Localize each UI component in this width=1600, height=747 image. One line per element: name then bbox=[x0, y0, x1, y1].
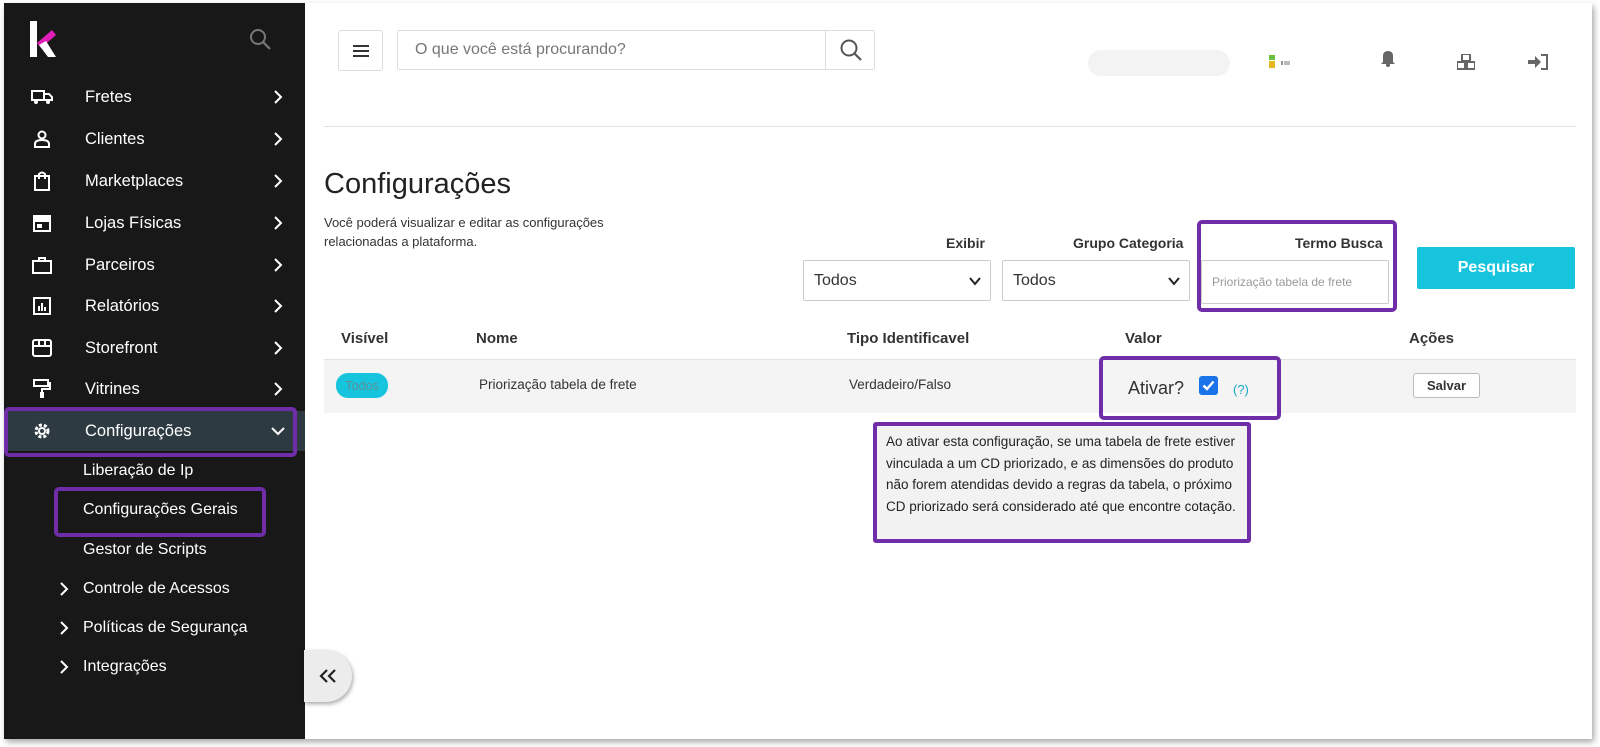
truck-icon bbox=[30, 86, 54, 108]
chevron-right-icon bbox=[60, 582, 69, 596]
exibir-value: Todos bbox=[814, 271, 857, 289]
column-header-nome: Nome bbox=[476, 330, 518, 347]
row-nome: Priorização tabela de frete bbox=[479, 377, 637, 392]
termo-busca-input[interactable] bbox=[1201, 260, 1389, 304]
sidebar-item-fretes[interactable]: Fretes bbox=[4, 77, 305, 117]
ativar-label: Ativar? bbox=[1128, 378, 1185, 398]
chevron-right-icon bbox=[274, 382, 283, 396]
chevron-right-icon bbox=[274, 258, 283, 272]
page-title: Configurações bbox=[324, 168, 511, 200]
chevron-right-icon bbox=[274, 299, 283, 313]
help-tooltip: Ao ativar esta configuração, se uma tabe… bbox=[873, 422, 1251, 543]
chevron-right-icon bbox=[274, 341, 283, 355]
column-header-tipo: Tipo Identificavel bbox=[847, 330, 970, 347]
cubes-icon[interactable] bbox=[1455, 51, 1477, 73]
column-header-valor: Valor bbox=[1125, 330, 1162, 347]
user-name-placeholder[interactable] bbox=[1088, 50, 1230, 76]
group-politicas-seguranca[interactable]: Políticas de Segurança bbox=[83, 619, 248, 637]
app-window: Fretes Clientes Marketplaces Lojas Físic… bbox=[4, 3, 1592, 739]
sidebar-item-label: Clientes bbox=[85, 129, 145, 148]
chevron-right-icon bbox=[60, 660, 69, 674]
sidebar: Fretes Clientes Marketplaces Lojas Físic… bbox=[4, 3, 305, 739]
search-icon[interactable] bbox=[248, 27, 272, 51]
sidebar-item-label: Marketplaces bbox=[85, 171, 184, 190]
pesquisar-button[interactable]: Pesquisar bbox=[1417, 247, 1575, 289]
group-integracoes[interactable]: Integrações bbox=[83, 658, 167, 676]
row-tipo: Verdadeiro/Falso bbox=[849, 377, 952, 392]
hamburger-icon bbox=[352, 44, 369, 57]
search-button[interactable] bbox=[825, 31, 875, 69]
chevron-right-icon bbox=[274, 216, 283, 230]
sidebar-item-configuracoes[interactable]: Configurações bbox=[4, 411, 305, 451]
chevron-right-icon bbox=[274, 90, 283, 104]
exibir-label: Exibir bbox=[946, 235, 985, 251]
search-box bbox=[397, 30, 875, 70]
double-chevron-left-icon bbox=[319, 669, 336, 683]
search-icon bbox=[840, 39, 862, 61]
report-icon bbox=[30, 295, 54, 317]
sidebar-item-parceiros[interactable]: Parceiros bbox=[4, 245, 305, 285]
header-divider bbox=[324, 126, 1576, 127]
logo-icon[interactable] bbox=[30, 21, 56, 57]
group-controle-acessos[interactable]: Controle de Acessos bbox=[83, 580, 230, 598]
search-input[interactable] bbox=[398, 31, 826, 69]
shopping-bag-icon bbox=[30, 170, 54, 192]
sidebar-item-label: Relatórios bbox=[85, 296, 160, 315]
sidebar-item-label: Vitrines bbox=[85, 379, 140, 398]
user-icon bbox=[30, 128, 54, 150]
sidebar-item-clientes[interactable]: Clientes bbox=[4, 119, 305, 159]
paint-roller-icon bbox=[30, 378, 54, 400]
storefront-icon bbox=[30, 337, 54, 359]
column-header-acoes: Ações bbox=[1409, 330, 1455, 347]
menu-button[interactable] bbox=[338, 30, 383, 71]
sidebar-item-relatorios[interactable]: Relatórios bbox=[4, 286, 305, 326]
termo-busca-label: Termo Busca bbox=[1295, 235, 1383, 251]
chevron-down-icon bbox=[1168, 277, 1180, 286]
page-description: Você poderá visualizar e editar as confi… bbox=[324, 215, 604, 249]
sidebar-item-label: Lojas Físicas bbox=[85, 213, 182, 232]
briefcase-icon bbox=[30, 254, 54, 276]
chevron-right-icon bbox=[60, 621, 69, 635]
help-link[interactable]: (?) bbox=[1233, 382, 1249, 397]
ativar-checkbox[interactable] bbox=[1199, 376, 1218, 395]
chevron-right-icon bbox=[274, 174, 283, 188]
sidebar-item-marketplaces[interactable]: Marketplaces bbox=[4, 161, 305, 201]
sidebar-item-label: Parceiros bbox=[85, 255, 155, 274]
chevron-right-icon bbox=[274, 132, 283, 146]
salvar-button[interactable]: Salvar bbox=[1413, 373, 1480, 398]
logout-icon[interactable] bbox=[1527, 51, 1549, 73]
chevron-down-icon bbox=[969, 277, 981, 286]
grupo-categoria-select[interactable]: Todos bbox=[1002, 260, 1190, 301]
visivel-badge: Todos bbox=[336, 373, 388, 398]
column-header-visivel: Visível bbox=[341, 330, 389, 347]
gear-icon bbox=[30, 420, 54, 442]
store-icon bbox=[30, 212, 54, 234]
exibir-select[interactable]: Todos bbox=[803, 260, 991, 301]
chevron-down-icon bbox=[271, 427, 285, 436]
collapse-sidebar-button[interactable] bbox=[304, 650, 352, 702]
sidebar-item-vitrines[interactable]: Vitrines bbox=[4, 369, 305, 409]
sidebar-item-storefront[interactable]: Storefront bbox=[4, 328, 305, 368]
check-icon bbox=[1202, 380, 1215, 391]
grupo-categoria-value: Todos bbox=[1013, 271, 1056, 289]
bell-icon[interactable] bbox=[1377, 47, 1399, 69]
sidebar-item-label: Configurações bbox=[85, 421, 192, 440]
sidebar-item-label: Fretes bbox=[85, 87, 132, 106]
sub-item-configuracoes-gerais[interactable]: Configurações Gerais bbox=[83, 501, 238, 519]
sub-item-gestor-scripts[interactable]: Gestor de Scripts bbox=[83, 541, 207, 559]
grupo-categoria-label: Grupo Categoria bbox=[1073, 235, 1184, 251]
sub-item-liberacao-ip[interactable]: Liberação de Ip bbox=[83, 462, 193, 480]
sidebar-item-label: Storefront bbox=[85, 338, 158, 357]
store-logo-icon[interactable] bbox=[1269, 55, 1309, 69]
sidebar-item-lojas-fisicas[interactable]: Lojas Físicas bbox=[4, 203, 305, 243]
